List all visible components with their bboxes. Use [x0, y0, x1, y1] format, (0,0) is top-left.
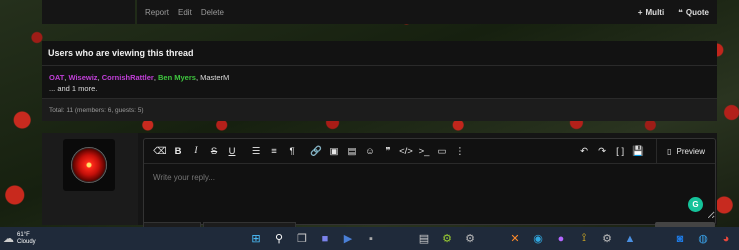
- spoiler-icon[interactable]: ▭: [434, 143, 450, 159]
- quick-reply-block: ⌫ B I S U ☰ ≡ ¶ 🔗 ▣ ▤ ☺ ❞ </> >_ ▭ ⋮ ↶ ↷…: [42, 133, 717, 225]
- store-icon[interactable]: ▪: [361, 229, 381, 249]
- emoji-icon[interactable]: ☺: [362, 143, 378, 159]
- users-viewing-list: OAT, Wisewiz, CornishRattler, Ben Myers,…: [42, 66, 717, 100]
- user-link[interactable]: CornishRattler: [102, 73, 154, 82]
- editor-toolbar: ⌫ B I S U ☰ ≡ ¶ 🔗 ▣ ▤ ☺ ❞ </> >_ ▭ ⋮ ↶ ↷…: [144, 139, 715, 164]
- bold-icon[interactable]: B: [170, 143, 186, 159]
- grammarly-icon[interactable]: G: [688, 197, 703, 212]
- antenna-icon[interactable]: ⟟: [574, 229, 594, 249]
- multi-label: Multi: [645, 7, 665, 17]
- triangle-app-icon[interactable]: ▲: [620, 229, 640, 249]
- search-icon[interactable]: ⚲: [269, 229, 289, 249]
- bbcode-toggle-icon[interactable]: [ ]: [612, 143, 628, 159]
- multi-quote-button[interactable]: + Multi: [638, 8, 664, 17]
- reply-editor: ⌫ B I S U ☰ ≡ ¶ 🔗 ▣ ▤ ☺ ❞ </> >_ ▭ ⋮ ↶ ↷…: [143, 138, 716, 225]
- chat-icon[interactable]: ■: [315, 229, 335, 249]
- cloud-icon: ☁: [3, 233, 14, 245]
- more-icon[interactable]: ⋮: [452, 143, 468, 159]
- video-app-icon[interactable]: ▶: [338, 229, 358, 249]
- gear-app-icon[interactable]: ⚙: [460, 229, 480, 249]
- reply-textarea[interactable]: [144, 164, 715, 219]
- preview-button[interactable]: ▯ Preview: [656, 139, 715, 163]
- preview-icon: ▯: [667, 146, 672, 156]
- redo-icon[interactable]: ↷: [594, 143, 610, 159]
- code-icon[interactable]: </>: [398, 143, 414, 159]
- strikethrough-icon[interactable]: S: [206, 143, 222, 159]
- outlook-icon[interactable]: ◙: [670, 229, 690, 249]
- windows-taskbar: ☁ 61°F Cloudy ⊞ ⚲ ❐ ■ ▶ ▪ ▤ ⚙ ⚙ ✕ ◉ ● ⟟ …: [0, 227, 739, 250]
- user-link[interactable]: Ben Myers: [158, 73, 196, 82]
- report-link[interactable]: Report: [145, 8, 169, 17]
- post-actions-bar: Report Edit Delete + Multi ❝ Quote: [137, 0, 717, 24]
- underline-icon[interactable]: U: [224, 143, 240, 159]
- list-icon[interactable]: ☰: [248, 143, 264, 159]
- eraser-icon[interactable]: ⌫: [152, 143, 168, 159]
- hal-eye-icon: [71, 147, 107, 183]
- plus-icon: +: [637, 7, 643, 17]
- weather-widget[interactable]: ☁ 61°F Cloudy: [0, 232, 60, 246]
- browser-icon[interactable]: ◍: [693, 229, 713, 249]
- edit-link[interactable]: Edit: [178, 8, 192, 17]
- link-icon[interactable]: 🔗: [308, 143, 324, 159]
- task-view-icon[interactable]: ❐: [292, 229, 312, 249]
- x-app-icon[interactable]: ✕: [505, 229, 525, 249]
- chrome-icon[interactable]: ◕: [716, 229, 736, 249]
- quote-label: Quote: [685, 7, 709, 17]
- paragraph-icon[interactable]: ¶: [284, 143, 300, 159]
- image-icon[interactable]: ▣: [326, 143, 342, 159]
- align-icon[interactable]: ≡: [266, 143, 282, 159]
- windows-start-icon[interactable]: ⊞: [246, 229, 266, 249]
- undo-icon[interactable]: ↶: [576, 143, 592, 159]
- user-link[interactable]: MasterM: [200, 73, 229, 82]
- quote-icon: ❝: [678, 7, 683, 17]
- users-viewing-title: Users who are viewing this thread: [42, 41, 717, 66]
- preview-label: Preview: [676, 146, 705, 156]
- terminal-icon[interactable]: ▤: [414, 229, 434, 249]
- italic-icon[interactable]: I: [188, 143, 204, 159]
- quote-button[interactable]: ❝ Quote: [678, 8, 709, 17]
- user-link[interactable]: OAT: [49, 73, 64, 82]
- more-users-text: ... and 1 more.: [49, 84, 98, 93]
- user-link[interactable]: Wisewiz: [68, 73, 97, 82]
- inline-code-icon[interactable]: >_: [416, 143, 432, 159]
- quote-icon[interactable]: ❞: [380, 143, 396, 159]
- viewers-total: Total: 11 (members: 6, guests: 5): [42, 98, 717, 121]
- media-icon[interactable]: ▤: [344, 143, 360, 159]
- circle-app-icon[interactable]: ●: [551, 229, 571, 249]
- post-author-column: [42, 0, 135, 24]
- weather-temperature: 61°F: [17, 231, 30, 238]
- weather-condition: Cloudy: [17, 238, 36, 245]
- reply-avatar-column: [42, 133, 138, 225]
- avatar[interactable]: [63, 139, 115, 191]
- delete-link[interactable]: Delete: [201, 8, 224, 17]
- settings-gear-icon[interactable]: ⚙: [437, 229, 457, 249]
- gear-small-icon[interactable]: ⚙: [597, 229, 617, 249]
- users-viewing-block: Users who are viewing this thread OAT, W…: [42, 41, 717, 121]
- edge-icon[interactable]: ◉: [528, 229, 548, 249]
- drafts-icon[interactable]: 💾: [630, 143, 646, 159]
